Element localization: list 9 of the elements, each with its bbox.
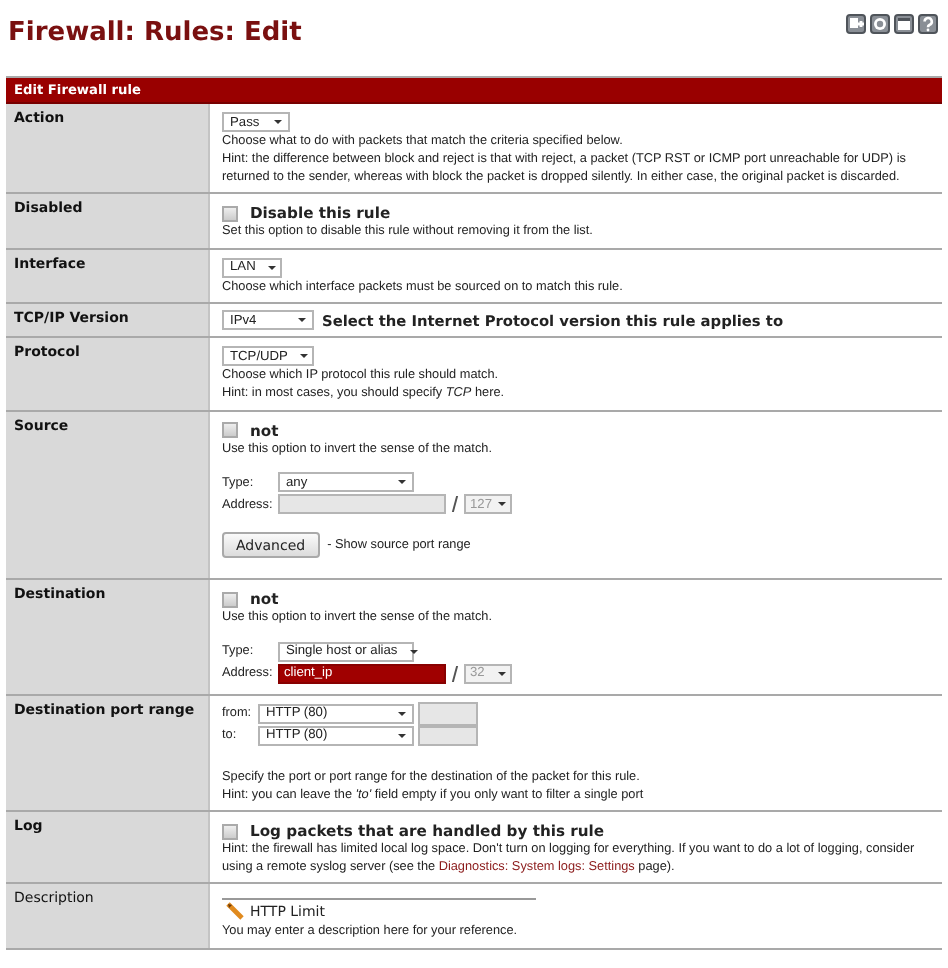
- checkbox[interactable]: [222, 422, 238, 439]
- page-title: Firewall: Rules: Edit: [8, 17, 302, 47]
- add-icon[interactable]: [846, 14, 866, 34]
- checkbox[interactable]: [222, 591, 238, 608]
- pencil-icon: [226, 902, 244, 921]
- checkbox[interactable]: [222, 205, 238, 222]
- help-icon[interactable]: [918, 14, 938, 34]
- window-icon[interactable]: [894, 14, 914, 34]
- checkbox[interactable]: [222, 823, 238, 840]
